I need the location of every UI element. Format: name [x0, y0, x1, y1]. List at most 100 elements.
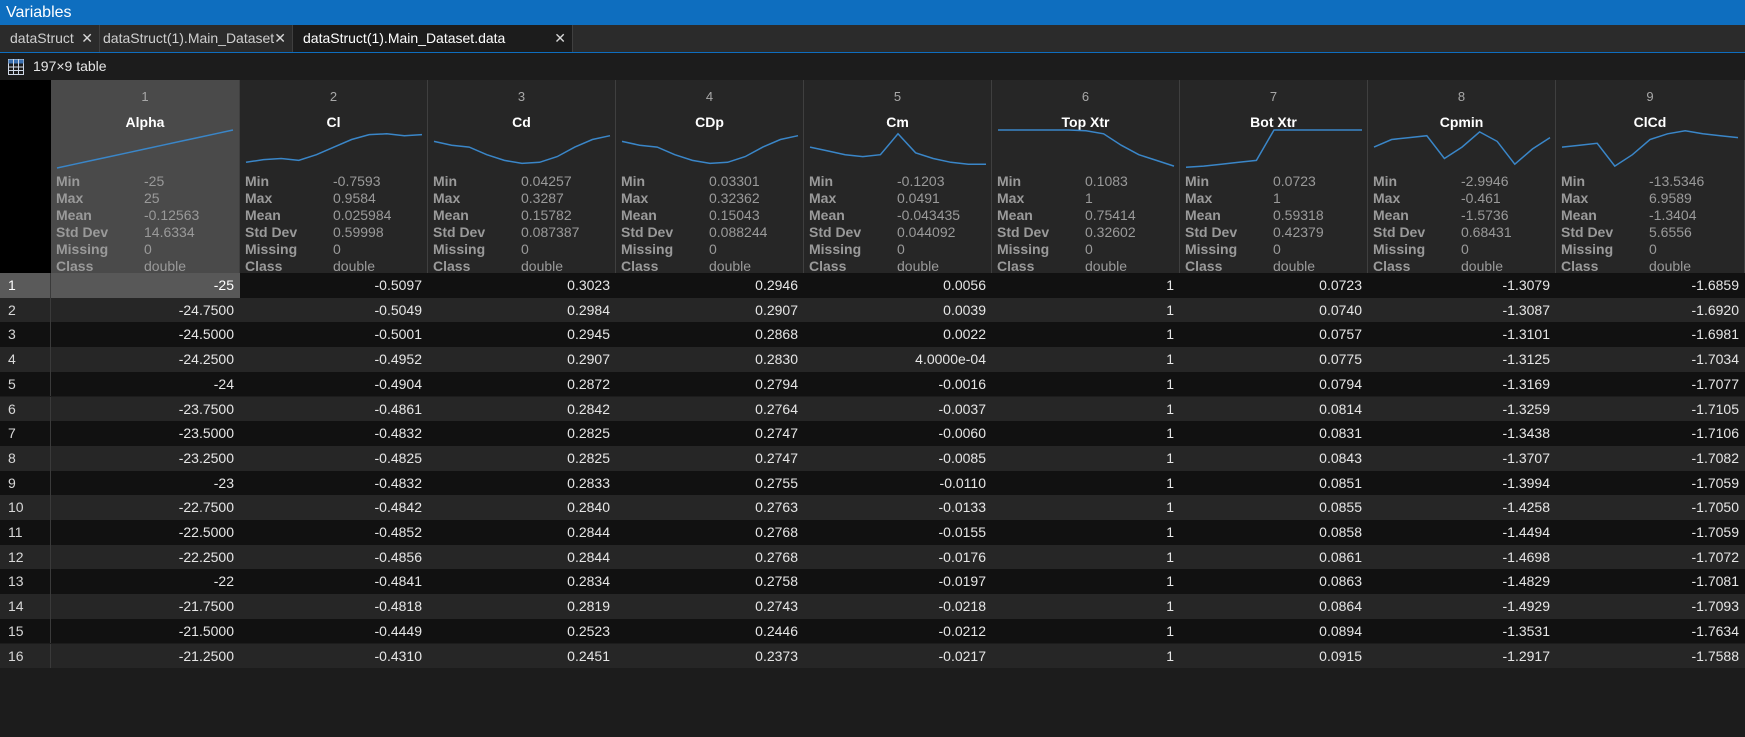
table-cell[interactable]: -0.4861: [240, 397, 428, 422]
row-number[interactable]: 13: [0, 569, 51, 595]
row-number[interactable]: 16: [0, 643, 51, 669]
table-cell[interactable]: -1.6981: [1556, 322, 1745, 347]
table-row[interactable]: 1 -25 -0.5097 0.3023 0.2946 0.0056 1 0.0723 -1.3…: [0, 273, 1745, 298]
table-cell[interactable]: -1.3087: [1368, 298, 1556, 323]
table-cell[interactable]: 0.0858: [1180, 520, 1368, 545]
table-row[interactable]: 4 -24.2500 -0.4952 0.2907 0.2830 4.0000e-04 1 0…: [0, 347, 1745, 372]
table-cell[interactable]: -1.7634: [1556, 619, 1745, 644]
table-cell[interactable]: 0.2840: [428, 495, 616, 520]
table-cell[interactable]: -1.7081: [1556, 569, 1745, 594]
table-cell[interactable]: 0.2872: [428, 372, 616, 397]
table-row[interactable]: 6 -23.7500 -0.4861 0.2842 0.2764 -0.0037 1 0.08…: [0, 396, 1745, 422]
table-row[interactable]: 5 -24 -0.4904 0.2872 0.2794 -0.0016 1 0.0794 -1.…: [0, 371, 1745, 397]
table-cell[interactable]: -1.7077: [1556, 372, 1745, 397]
table-cell[interactable]: -0.4310: [240, 644, 428, 669]
column-header-bot-xtr[interactable]: 7 Bot Xtr Min 0.0723 Max 1 Mean 0.59318 Std Dev 0…: [1180, 80, 1368, 303]
table-cell[interactable]: -21.7500: [51, 594, 240, 619]
row-number[interactable]: 3: [0, 322, 51, 348]
table-row[interactable]: 10 -22.7500 -0.4842 0.2840 0.2763 -0.0133 1 0.0…: [0, 495, 1745, 520]
table-cell[interactable]: 1: [992, 594, 1180, 619]
table-cell[interactable]: 0.0831: [1180, 421, 1368, 446]
row-number[interactable]: 1: [0, 273, 51, 298]
row-number[interactable]: 14: [0, 594, 51, 619]
row-number[interactable]: 12: [0, 544, 51, 570]
table-cell[interactable]: 0.2842: [428, 397, 616, 422]
table-cell[interactable]: 1: [992, 520, 1180, 545]
table-row[interactable]: 13 -22 -0.4841 0.2834 0.2758 -0.0197 1 0.0863 -1…: [0, 569, 1745, 595]
table-cell[interactable]: 0.0864: [1180, 594, 1368, 619]
column-header-cm[interactable]: 5 Cm Min -0.1203 Max 0.0491 Mean -0.043435 Std D…: [804, 80, 992, 303]
table-cell[interactable]: 1: [992, 273, 1180, 298]
table-cell[interactable]: 0.2825: [428, 446, 616, 471]
table-row[interactable]: 7 -23.5000 -0.4832 0.2825 0.2747 -0.0060 1 0.08…: [0, 421, 1745, 446]
table-cell[interactable]: 0.2763: [616, 495, 804, 520]
table-cell[interactable]: 1: [992, 495, 1180, 520]
table-cell[interactable]: 0.0894: [1180, 619, 1368, 644]
table-cell[interactable]: 0.0039: [804, 298, 992, 323]
table-cell[interactable]: 0.0814: [1180, 397, 1368, 422]
table-cell[interactable]: -1.7106: [1556, 421, 1745, 446]
table-cell[interactable]: -1.6859: [1556, 273, 1745, 298]
table-cell[interactable]: 1: [992, 644, 1180, 669]
row-number[interactable]: 7: [0, 421, 51, 446]
table-cell[interactable]: -0.4842: [240, 495, 428, 520]
row-number[interactable]: 10: [0, 495, 51, 520]
table-row[interactable]: 3 -24.5000 -0.5001 0.2945 0.2868 0.0022 1 0.075…: [0, 322, 1745, 348]
table-cell[interactable]: -0.0217: [804, 644, 992, 669]
table-cell[interactable]: 0.0740: [1180, 298, 1368, 323]
table-cell[interactable]: 1: [992, 446, 1180, 471]
table-cell[interactable]: -1.3531: [1368, 619, 1556, 644]
table-cell[interactable]: 1: [992, 619, 1180, 644]
table-cell[interactable]: 0.2825: [428, 421, 616, 446]
row-number[interactable]: 5: [0, 371, 51, 397]
table-cell[interactable]: -1.4698: [1368, 545, 1556, 570]
table-cell[interactable]: 0.0775: [1180, 347, 1368, 372]
table-cell[interactable]: -0.4825: [240, 446, 428, 471]
row-number[interactable]: 2: [0, 297, 51, 323]
table-cell[interactable]: 0.2833: [428, 471, 616, 496]
row-number[interactable]: 6: [0, 396, 51, 422]
row-number[interactable]: 9: [0, 470, 51, 496]
row-number[interactable]: 11: [0, 520, 51, 545]
table-cell[interactable]: 0.2830: [616, 347, 804, 372]
table-cell[interactable]: -24: [51, 372, 240, 397]
table-cell[interactable]: 0.2834: [428, 569, 616, 594]
tab-main-dataset-data[interactable]: dataStruct(1).Main_Dataset.data ✕: [293, 25, 573, 52]
close-icon[interactable]: ✕: [81, 25, 93, 52]
table-row[interactable]: 14 -21.7500 -0.4818 0.2819 0.2743 -0.0218 1 0.0…: [0, 594, 1745, 619]
table-cell[interactable]: 0.2768: [616, 545, 804, 570]
row-number[interactable]: 4: [0, 347, 51, 372]
table-cell[interactable]: -1.7059: [1556, 520, 1745, 545]
table-cell[interactable]: 0.2446: [616, 619, 804, 644]
table-cell[interactable]: 0.2758: [616, 569, 804, 594]
table-cell[interactable]: 0.2819: [428, 594, 616, 619]
close-icon[interactable]: ✕: [554, 25, 566, 52]
table-cell[interactable]: -0.4832: [240, 471, 428, 496]
row-number[interactable]: 15: [0, 618, 51, 644]
table-row[interactable]: 2 -24.7500 -0.5049 0.2984 0.2907 0.0039 1 0.074…: [0, 297, 1745, 323]
table-row[interactable]: 16 -21.2500 -0.4310 0.2451 0.2373 -0.0217 1 0.0…: [0, 643, 1745, 669]
table-cell[interactable]: 0.2907: [616, 298, 804, 323]
table-cell[interactable]: -0.0218: [804, 594, 992, 619]
table-cell[interactable]: -0.4904: [240, 372, 428, 397]
table-cell[interactable]: -23.7500: [51, 397, 240, 422]
table-cell[interactable]: -0.0176: [804, 545, 992, 570]
table-cell[interactable]: -23.5000: [51, 421, 240, 446]
table-cell[interactable]: -0.4832: [240, 421, 428, 446]
table-cell[interactable]: -1.3079: [1368, 273, 1556, 298]
column-header-top-xtr[interactable]: 6 Top Xtr Min 0.1083 Max 1 Mean 0.75414 Std Dev 0…: [992, 80, 1180, 303]
table-cell[interactable]: -0.0016: [804, 372, 992, 397]
table-cell[interactable]: 0.2764: [616, 397, 804, 422]
table-row[interactable]: 11 -22.5000 -0.4852 0.2844 0.2768 -0.0155 1 0.0…: [0, 520, 1745, 545]
tab-datastruct[interactable]: dataStruct ✕: [0, 25, 100, 52]
table-cell[interactable]: -22.5000: [51, 520, 240, 545]
table-cell[interactable]: -0.0037: [804, 397, 992, 422]
column-header-alpha[interactable]: 1 Alpha Min -25 Max 25 Mean -0.12563 Std Dev 14.6…: [51, 80, 240, 303]
table-cell[interactable]: -1.7082: [1556, 446, 1745, 471]
table-cell[interactable]: -22.7500: [51, 495, 240, 520]
table-cell[interactable]: 1: [992, 322, 1180, 347]
table-cell[interactable]: -0.0085: [804, 446, 992, 471]
table-cell[interactable]: -23: [51, 471, 240, 496]
table-cell[interactable]: 0.0843: [1180, 446, 1368, 471]
table-cell[interactable]: 0.0794: [1180, 372, 1368, 397]
